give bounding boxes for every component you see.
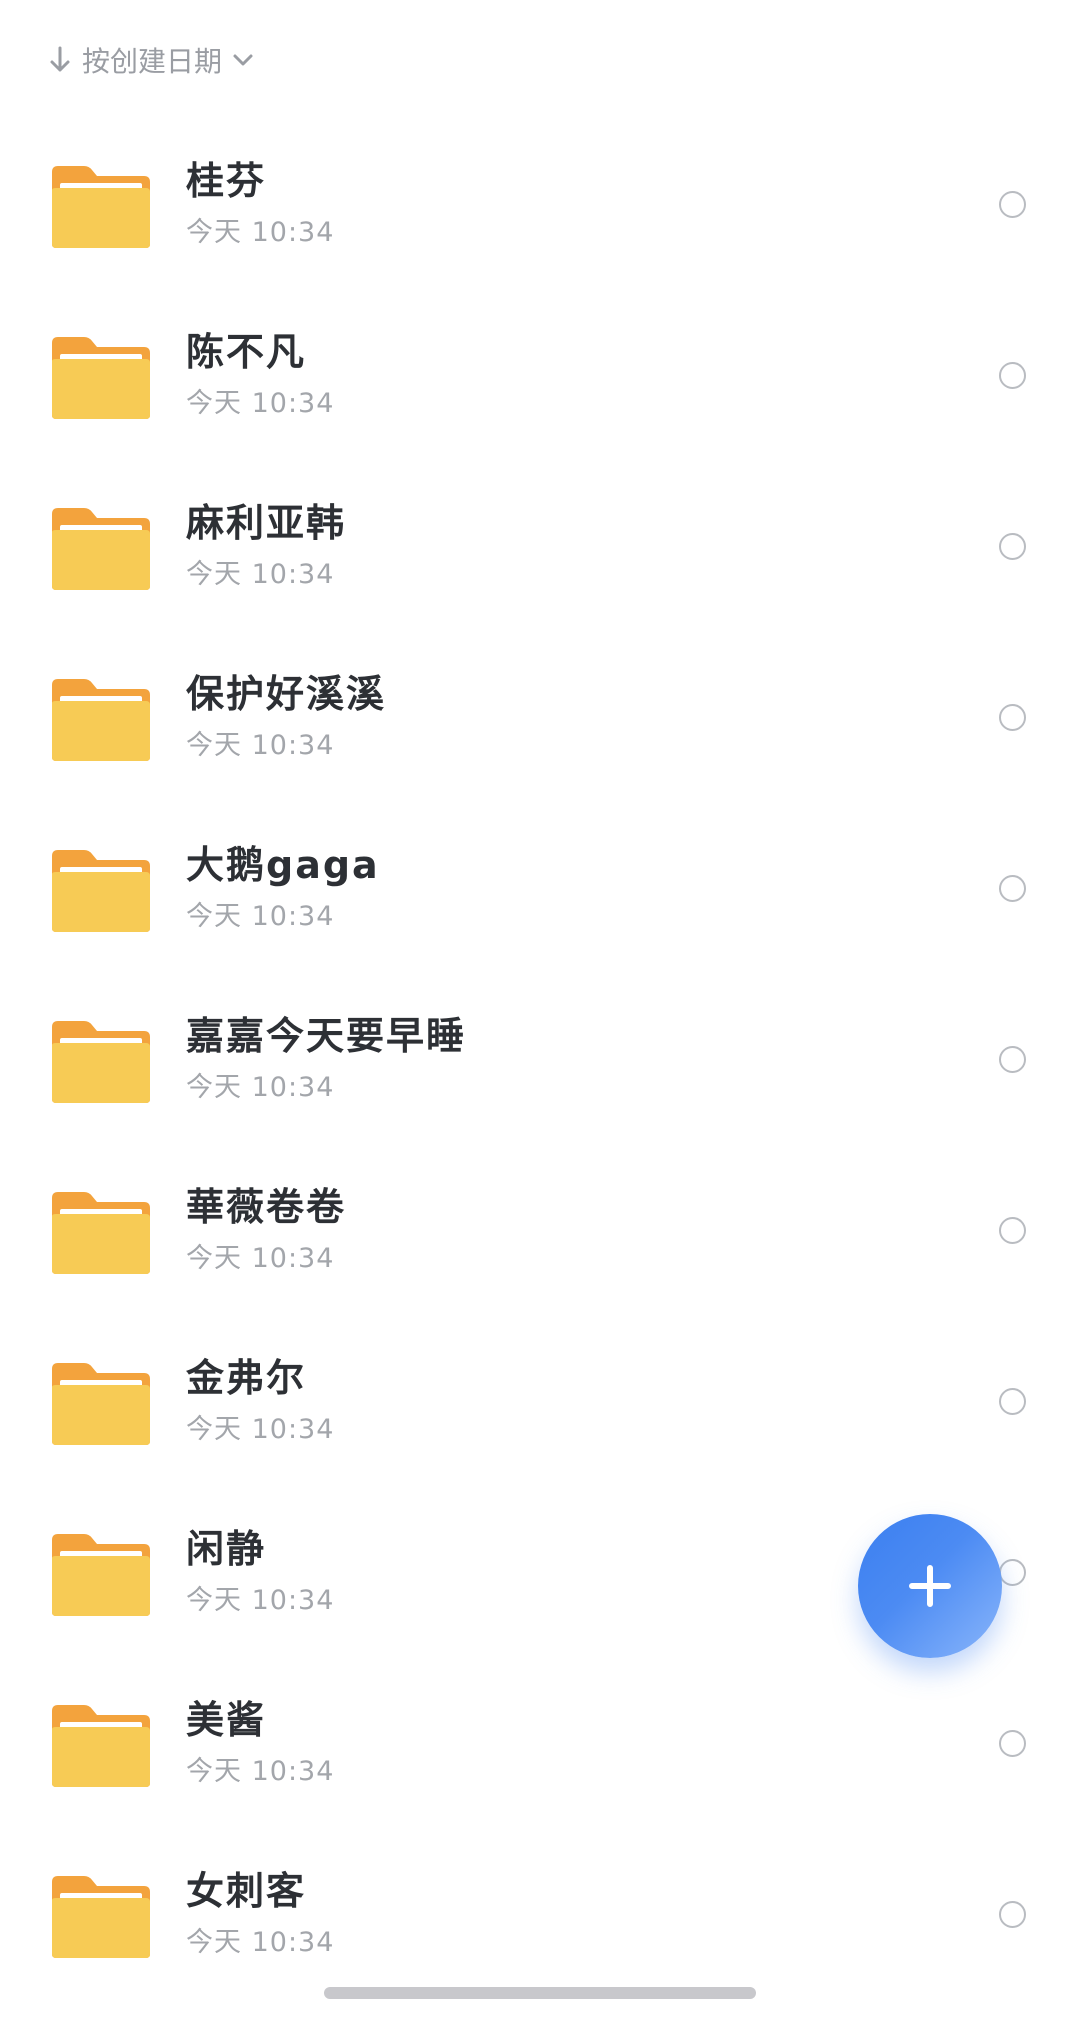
select-radio[interactable] (999, 362, 1026, 389)
list-item-text: 女刺客 今天 10:34 (186, 1868, 946, 1960)
folder-name: 金弗尔 (186, 1356, 307, 1400)
list-item-text: 保护好溪溪 今天 10:34 (186, 671, 946, 763)
select-radio[interactable] (999, 191, 1026, 218)
select-radio[interactable] (999, 1559, 1026, 1586)
list-item-text: 闲静 今天 10:34 (186, 1526, 946, 1618)
list-item-text: 嘉嘉今天要早睡 今天 10:34 (186, 1013, 946, 1105)
folder-icon (50, 335, 152, 421)
select-radio[interactable] (999, 533, 1026, 560)
folder-date: 今天 10:34 (186, 1414, 335, 1445)
add-folder-button[interactable] (858, 1514, 1002, 1658)
folder-icon (50, 1703, 152, 1789)
sort-label: 按创建日期 (82, 45, 223, 78)
folder-name: 桂芬 (186, 159, 267, 203)
folder-icon (50, 164, 152, 250)
list-item-text: 金弗尔 今天 10:34 (186, 1355, 946, 1447)
list-item[interactable]: 金弗尔 今天 10:34 (0, 1317, 1080, 1488)
folder-date: 今天 10:34 (186, 1072, 335, 1103)
select-radio[interactable] (999, 1901, 1026, 1928)
select-radio[interactable] (999, 1730, 1026, 1757)
select-radio[interactable] (999, 1217, 1026, 1244)
plus-icon (908, 1564, 952, 1608)
list-item[interactable]: 女刺客 今天 10:34 (0, 1830, 1080, 2001)
folder-icon (50, 506, 152, 592)
folder-name: 大鹅gaga (186, 843, 380, 887)
list-item-text: 華薇卷卷 今天 10:34 (186, 1184, 946, 1276)
list-item[interactable]: 大鹅gaga 今天 10:34 (0, 804, 1080, 975)
folder-name: 美酱 (186, 1698, 267, 1742)
list-item-text: 麻利亚韩 今天 10:34 (186, 500, 946, 592)
folder-date: 今天 10:34 (186, 559, 335, 590)
list-item-text: 大鹅gaga 今天 10:34 (186, 842, 946, 934)
list-item[interactable]: 華薇卷卷 今天 10:34 (0, 1146, 1080, 1317)
folder-icon (50, 677, 152, 763)
folder-icon (50, 848, 152, 934)
folder-date: 今天 10:34 (186, 1585, 335, 1616)
home-indicator[interactable] (324, 1987, 756, 1999)
sort-control[interactable]: 按创建日期 (48, 34, 254, 86)
folder-icon (50, 1019, 152, 1105)
folder-date: 今天 10:34 (186, 730, 335, 761)
folder-name: 嘉嘉今天要早睡 (186, 1014, 467, 1058)
list-item[interactable]: 嘉嘉今天要早睡 今天 10:34 (0, 975, 1080, 1146)
list-item[interactable]: 保护好溪溪 今天 10:34 (0, 633, 1080, 804)
list-item[interactable]: 美酱 今天 10:34 (0, 1659, 1080, 1830)
folder-date: 今天 10:34 (186, 1927, 335, 1958)
folder-list: 桂芬 今天 10:34 陈不凡 今天 10:34 麻利亚韩 今天 10:34 保… (0, 120, 1080, 2001)
folder-name: 陈不凡 (186, 330, 307, 374)
list-item[interactable]: 桂芬 今天 10:34 (0, 120, 1080, 291)
folder-date: 今天 10:34 (186, 1243, 335, 1274)
folder-date: 今天 10:34 (186, 1756, 335, 1787)
folder-name: 女刺客 (186, 1869, 307, 1913)
chevron-down-icon (232, 52, 254, 68)
folder-date: 今天 10:34 (186, 388, 335, 419)
folder-name: 保护好溪溪 (186, 672, 387, 716)
folder-icon (50, 1190, 152, 1276)
folder-name: 闲静 (186, 1527, 267, 1571)
list-item-text: 陈不凡 今天 10:34 (186, 329, 946, 421)
folder-name: 麻利亚韩 (186, 501, 347, 545)
list-item-text: 美酱 今天 10:34 (186, 1697, 946, 1789)
folder-name: 華薇卷卷 (186, 1185, 347, 1229)
folder-date: 今天 10:34 (186, 217, 335, 248)
select-radio[interactable] (999, 1388, 1026, 1415)
folder-icon (50, 1532, 152, 1618)
list-item[interactable]: 麻利亚韩 今天 10:34 (0, 462, 1080, 633)
list-item[interactable]: 陈不凡 今天 10:34 (0, 291, 1080, 462)
arrow-down-icon (48, 46, 72, 74)
select-radio[interactable] (999, 1046, 1026, 1073)
list-item-text: 桂芬 今天 10:34 (186, 158, 946, 250)
folder-icon (50, 1874, 152, 1960)
folder-icon (50, 1361, 152, 1447)
select-radio[interactable] (999, 875, 1026, 902)
select-radio[interactable] (999, 704, 1026, 731)
folder-date: 今天 10:34 (186, 901, 335, 932)
